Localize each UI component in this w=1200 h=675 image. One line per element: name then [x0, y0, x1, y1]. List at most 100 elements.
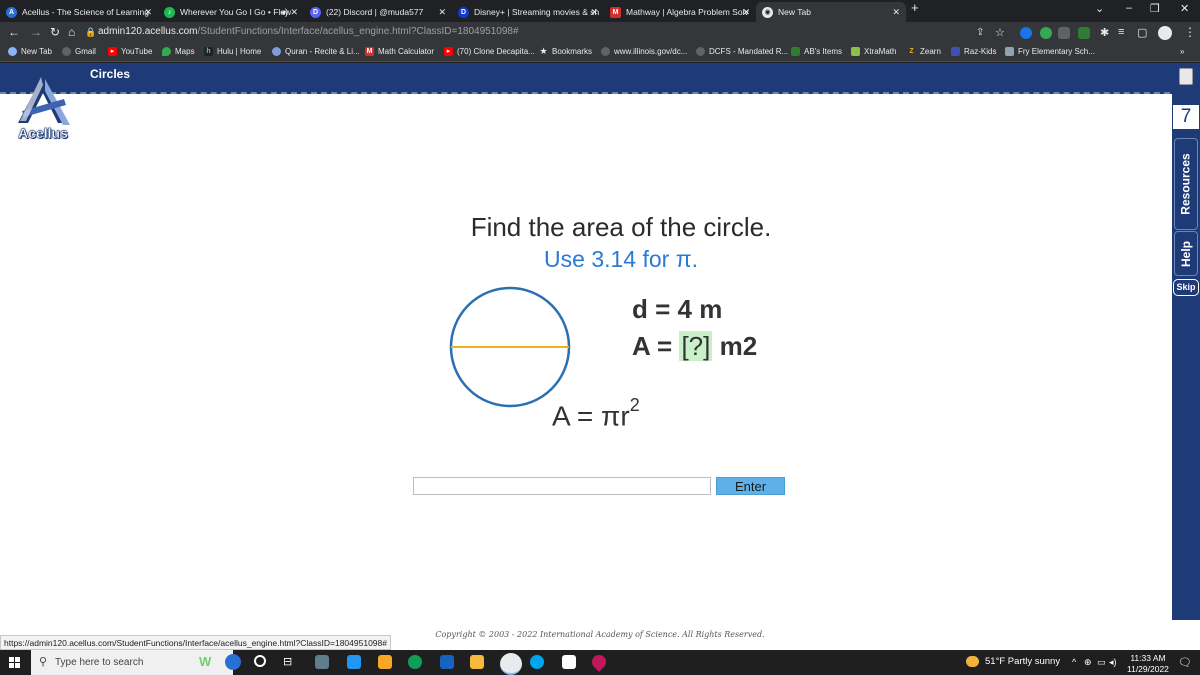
cortana-icon[interactable] — [254, 655, 266, 667]
network-icon[interactable]: ⊕ — [1084, 657, 1092, 668]
extension-icon[interactable] — [1058, 27, 1070, 39]
task-view-icon[interactable]: ⊟ — [283, 655, 297, 669]
weather-widget[interactable]: 51°F Partly sunny — [966, 656, 1060, 667]
address-bar[interactable]: admin120.acellus.com/StudentFunctions/In… — [98, 26, 519, 37]
tab-strip: A Acellus - The Science of Learning ✕ ♪ … — [0, 0, 1200, 22]
zearn-icon: Z — [909, 48, 914, 55]
extension-icon[interactable] — [1078, 27, 1090, 39]
media-player-icon[interactable] — [440, 655, 454, 669]
photos-icon[interactable] — [562, 655, 576, 669]
bookmark-label: Math Calculator — [378, 47, 435, 56]
close-icon[interactable]: ◂) ✕ — [280, 7, 298, 18]
bookmark-dcfs[interactable]: DCFS - Mandated R... — [696, 47, 788, 56]
avatar[interactable] — [1158, 26, 1172, 40]
calculator-icon[interactable] — [315, 655, 329, 669]
bookmark-label: New Tab — [21, 47, 52, 56]
forward-icon[interactable]: → — [30, 25, 42, 39]
bookmark-maps[interactable]: Maps — [162, 47, 195, 56]
back-icon[interactable]: ← — [8, 25, 20, 39]
bookmark-fry[interactable]: Fry Elementary Sch... — [1005, 47, 1095, 56]
hulu-icon: h — [204, 47, 213, 56]
tab-disney[interactable]: D Disney+ | Streaming movies & sh ✕ — [452, 2, 604, 22]
area-unit: m2 — [712, 331, 758, 361]
bookmark-label: Quran - Recite & Li... — [285, 47, 360, 56]
help-tab[interactable]: Help — [1174, 231, 1198, 276]
tab-discord[interactable]: D (22) Discord | @muda577 ✕ — [304, 2, 452, 22]
share-icon[interactable]: ⇪ — [976, 27, 984, 38]
battery-icon[interactable]: ▭ — [1097, 657, 1106, 668]
home-icon[interactable]: ⌂ — [68, 25, 75, 39]
close-icon[interactable]: ✕ — [892, 7, 900, 18]
mathway-icon: M — [610, 6, 621, 18]
chrome-icon[interactable] — [500, 653, 522, 675]
formula-exponent: 2 — [629, 395, 640, 415]
globe-icon — [696, 47, 705, 56]
answer-input[interactable] — [413, 477, 711, 495]
bookmark-zearn[interactable]: Z Zearn — [907, 47, 941, 56]
bookmark-abs-items[interactable]: AB's Items — [791, 47, 842, 56]
globe-icon[interactable] — [225, 654, 241, 670]
tutoring-logo-icon[interactable]: W — [199, 654, 221, 670]
search-placeholder: Type here to search — [55, 657, 144, 668]
minimize-icon[interactable]: – — [1126, 2, 1132, 14]
restore-icon[interactable]: ❐ — [1150, 2, 1160, 15]
close-icon[interactable]: ✕ — [590, 7, 598, 18]
lock-icon[interactable]: 🔒 — [85, 27, 96, 38]
quran-icon — [272, 47, 281, 56]
system-clock[interactable]: 11:33 AM 11/29/2022 — [1127, 653, 1169, 675]
bookmark-quran[interactable]: Quran - Recite & Li... — [272, 47, 360, 56]
new-tab-button[interactable]: + — [911, 0, 919, 15]
bookmark-youtube[interactable]: ▸ YouTube — [108, 47, 152, 56]
resources-tab[interactable]: Resources — [1174, 138, 1198, 230]
more-bookmarks-icon[interactable]: » — [1180, 47, 1184, 56]
mathway-icon: M — [365, 47, 374, 56]
volume-icon[interactable]: ◂) — [1109, 657, 1117, 668]
menu-icon[interactable]: ⋮ — [1184, 25, 1196, 39]
bookmark-bookmarks[interactable]: ★ Bookmarks — [539, 47, 592, 57]
bookmark-hulu[interactable]: h Hulu | Home — [204, 47, 261, 56]
notifications-icon[interactable]: 🗨 — [1178, 656, 1192, 669]
browser-toolbar: ← → ↻ ⌂ 🔒 admin120.acellus.com/StudentFu… — [0, 22, 1200, 44]
puzzle-icon[interactable]: ✱ — [1100, 26, 1109, 39]
bookmark-clone[interactable]: ▸ (70) Clone Decapita... — [444, 47, 535, 56]
bookmark-illinois[interactable]: www.illinois.gov/dc... — [601, 47, 687, 56]
file-explorer-icon[interactable] — [470, 655, 484, 669]
store-icon[interactable] — [378, 655, 392, 669]
skip-button[interactable]: Skip — [1173, 279, 1199, 296]
close-icon[interactable]: ✕ — [742, 7, 750, 18]
tab-title: Acellus - The Science of Learning — [22, 7, 149, 17]
edge-icon[interactable] — [408, 655, 422, 669]
discord-icon: D — [310, 6, 321, 18]
progress-number: 7 — [1173, 105, 1199, 129]
bookmark-raz-kids[interactable]: Raz-Kids — [951, 47, 996, 56]
partly-sunny-icon — [966, 656, 979, 667]
window-close-icon[interactable]: ✕ — [1180, 2, 1189, 15]
bookmark-math-calculator[interactable]: M Math Calculator — [365, 47, 434, 56]
chevron-up-icon[interactable]: ^ — [1072, 657, 1076, 667]
bookmark-new-tab[interactable]: New Tab — [8, 47, 52, 56]
media-icon[interactable]: ≡ — [1118, 26, 1124, 38]
extension-icon[interactable] — [1020, 27, 1032, 39]
tab-mathway[interactable]: M Mathway | Algebra Problem Solv ✕ — [604, 2, 756, 22]
maps-icon — [162, 47, 171, 56]
mail-icon[interactable] — [347, 655, 361, 669]
bookmark-gmail[interactable]: Gmail — [62, 47, 96, 56]
tab-spotify[interactable]: ♪ Wherever You Go I Go • Flow ◂) ✕ — [158, 2, 304, 22]
star-icon[interactable]: ☆ — [995, 26, 1005, 39]
tab-new-tab[interactable]: ◉ New Tab ✕ — [756, 2, 906, 22]
reload-icon[interactable]: ↻ — [50, 25, 60, 39]
notebook-icon[interactable] — [1179, 68, 1193, 85]
tab-acellus[interactable]: A Acellus - The Science of Learning ✕ — [0, 2, 158, 22]
paint-icon[interactable] — [589, 652, 609, 672]
enter-button[interactable]: Enter — [716, 477, 785, 495]
windows-start-icon[interactable] — [9, 657, 21, 669]
skype-icon[interactable] — [530, 655, 544, 669]
bookmark-xtramath[interactable]: XtraMath — [851, 47, 896, 56]
close-icon[interactable]: ✕ — [438, 7, 446, 18]
bookmark-label: DCFS - Mandated R... — [709, 47, 789, 56]
extension-icon[interactable] — [1040, 27, 1052, 39]
close-icon[interactable]: ✕ — [144, 7, 152, 18]
globe-icon — [601, 47, 610, 56]
chevron-down-icon[interactable]: ⌄ — [1095, 2, 1104, 15]
sidepanel-icon[interactable]: ▢ — [1137, 26, 1147, 39]
